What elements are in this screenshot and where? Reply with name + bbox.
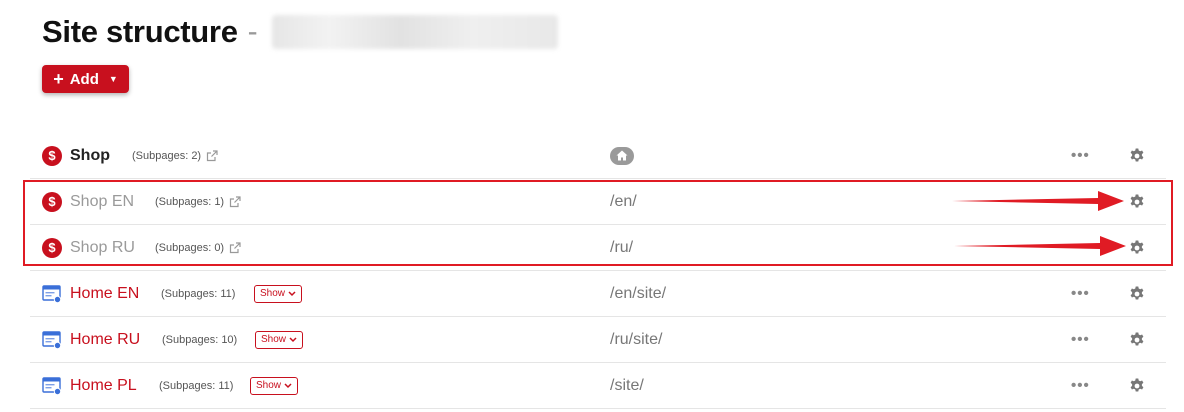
chevron-down-icon [284, 382, 292, 388]
title-row: Site structure - [42, 12, 558, 52]
gear-icon[interactable] [1129, 240, 1145, 256]
shop-icon: $ [42, 145, 62, 166]
subpages-count: (Subpages: 1) [155, 195, 225, 208]
more-options-icon[interactable]: ••• [1071, 285, 1090, 302]
show-button-label: Show [261, 334, 287, 345]
site-tree: $ Shop (Subpages: 2) ••• $ Shop EN (Subp… [30, 133, 1166, 409]
subpages-count: (Subpages: 11) [159, 379, 234, 392]
row-name[interactable]: Home PL [70, 377, 137, 395]
show-button-label: Show [256, 380, 282, 391]
add-button-label: Add [69, 70, 99, 88]
page-icon [42, 284, 62, 303]
gear-icon[interactable] [1129, 332, 1145, 348]
external-link-icon[interactable] [229, 195, 241, 208]
subpages-count: (Subpages: 11) [161, 287, 236, 300]
page-icon [42, 376, 62, 395]
row-url: /en/site/ [610, 284, 667, 302]
page-icon [42, 330, 62, 349]
tree-row: Home PL (Subpages: 11) Show /site/ ••• [30, 363, 1166, 409]
row-name[interactable]: Shop [70, 147, 110, 165]
more-options-icon[interactable]: ••• [1071, 331, 1090, 348]
page-title: Site structure [42, 14, 238, 49]
row-name[interactable]: Shop EN [70, 193, 134, 211]
tree-row: $ Shop EN (Subpages: 1) /en/ [30, 179, 1166, 225]
shop-icon: $ [42, 191, 62, 212]
row-url: /ru/site/ [610, 330, 663, 348]
caret-down-icon: ▼ [108, 74, 118, 84]
row-url: /site/ [610, 376, 644, 394]
plus-icon: + [53, 69, 64, 89]
gear-icon[interactable] [1129, 378, 1145, 394]
row-url: /en/ [610, 192, 637, 210]
more-options-icon[interactable]: ••• [1071, 377, 1090, 394]
gear-icon[interactable] [1129, 148, 1145, 164]
gear-icon[interactable] [1129, 286, 1145, 302]
subpages-count: (Subpages: 0) [155, 241, 225, 254]
row-name[interactable]: Home EN [70, 285, 139, 303]
show-button[interactable]: Show [255, 330, 304, 349]
show-button[interactable]: Show [250, 376, 299, 395]
subpages-count: (Subpages: 10) [162, 333, 238, 346]
subpages-count: (Subpages: 2) [132, 149, 202, 162]
external-link-icon[interactable] [229, 241, 241, 254]
tree-row: Home RU (Subpages: 10) Show /ru/site/ ••… [30, 317, 1166, 363]
shop-icon: $ [42, 237, 62, 258]
chevron-down-icon [289, 336, 297, 342]
show-button-label: Show [260, 288, 286, 299]
tree-row: $ Shop RU (Subpages: 0) /ru/ [30, 225, 1166, 271]
title-separator: - [247, 15, 258, 48]
tree-row: Home EN (Subpages: 11) Show /en/site/ ••… [30, 271, 1166, 317]
more-options-icon[interactable]: ••• [1071, 147, 1090, 164]
gear-icon[interactable] [1129, 194, 1145, 210]
home-icon [610, 146, 634, 165]
redacted-site-name [271, 15, 558, 49]
row-url: /ru/ [610, 238, 634, 256]
external-link-icon[interactable] [206, 149, 218, 162]
show-button[interactable]: Show [254, 284, 303, 303]
row-name[interactable]: Shop RU [70, 239, 135, 257]
tree-row: $ Shop (Subpages: 2) ••• [30, 133, 1166, 179]
row-name[interactable]: Home RU [70, 331, 140, 349]
chevron-down-icon [288, 290, 296, 296]
add-button[interactable]: + Add ▼ [42, 65, 129, 93]
